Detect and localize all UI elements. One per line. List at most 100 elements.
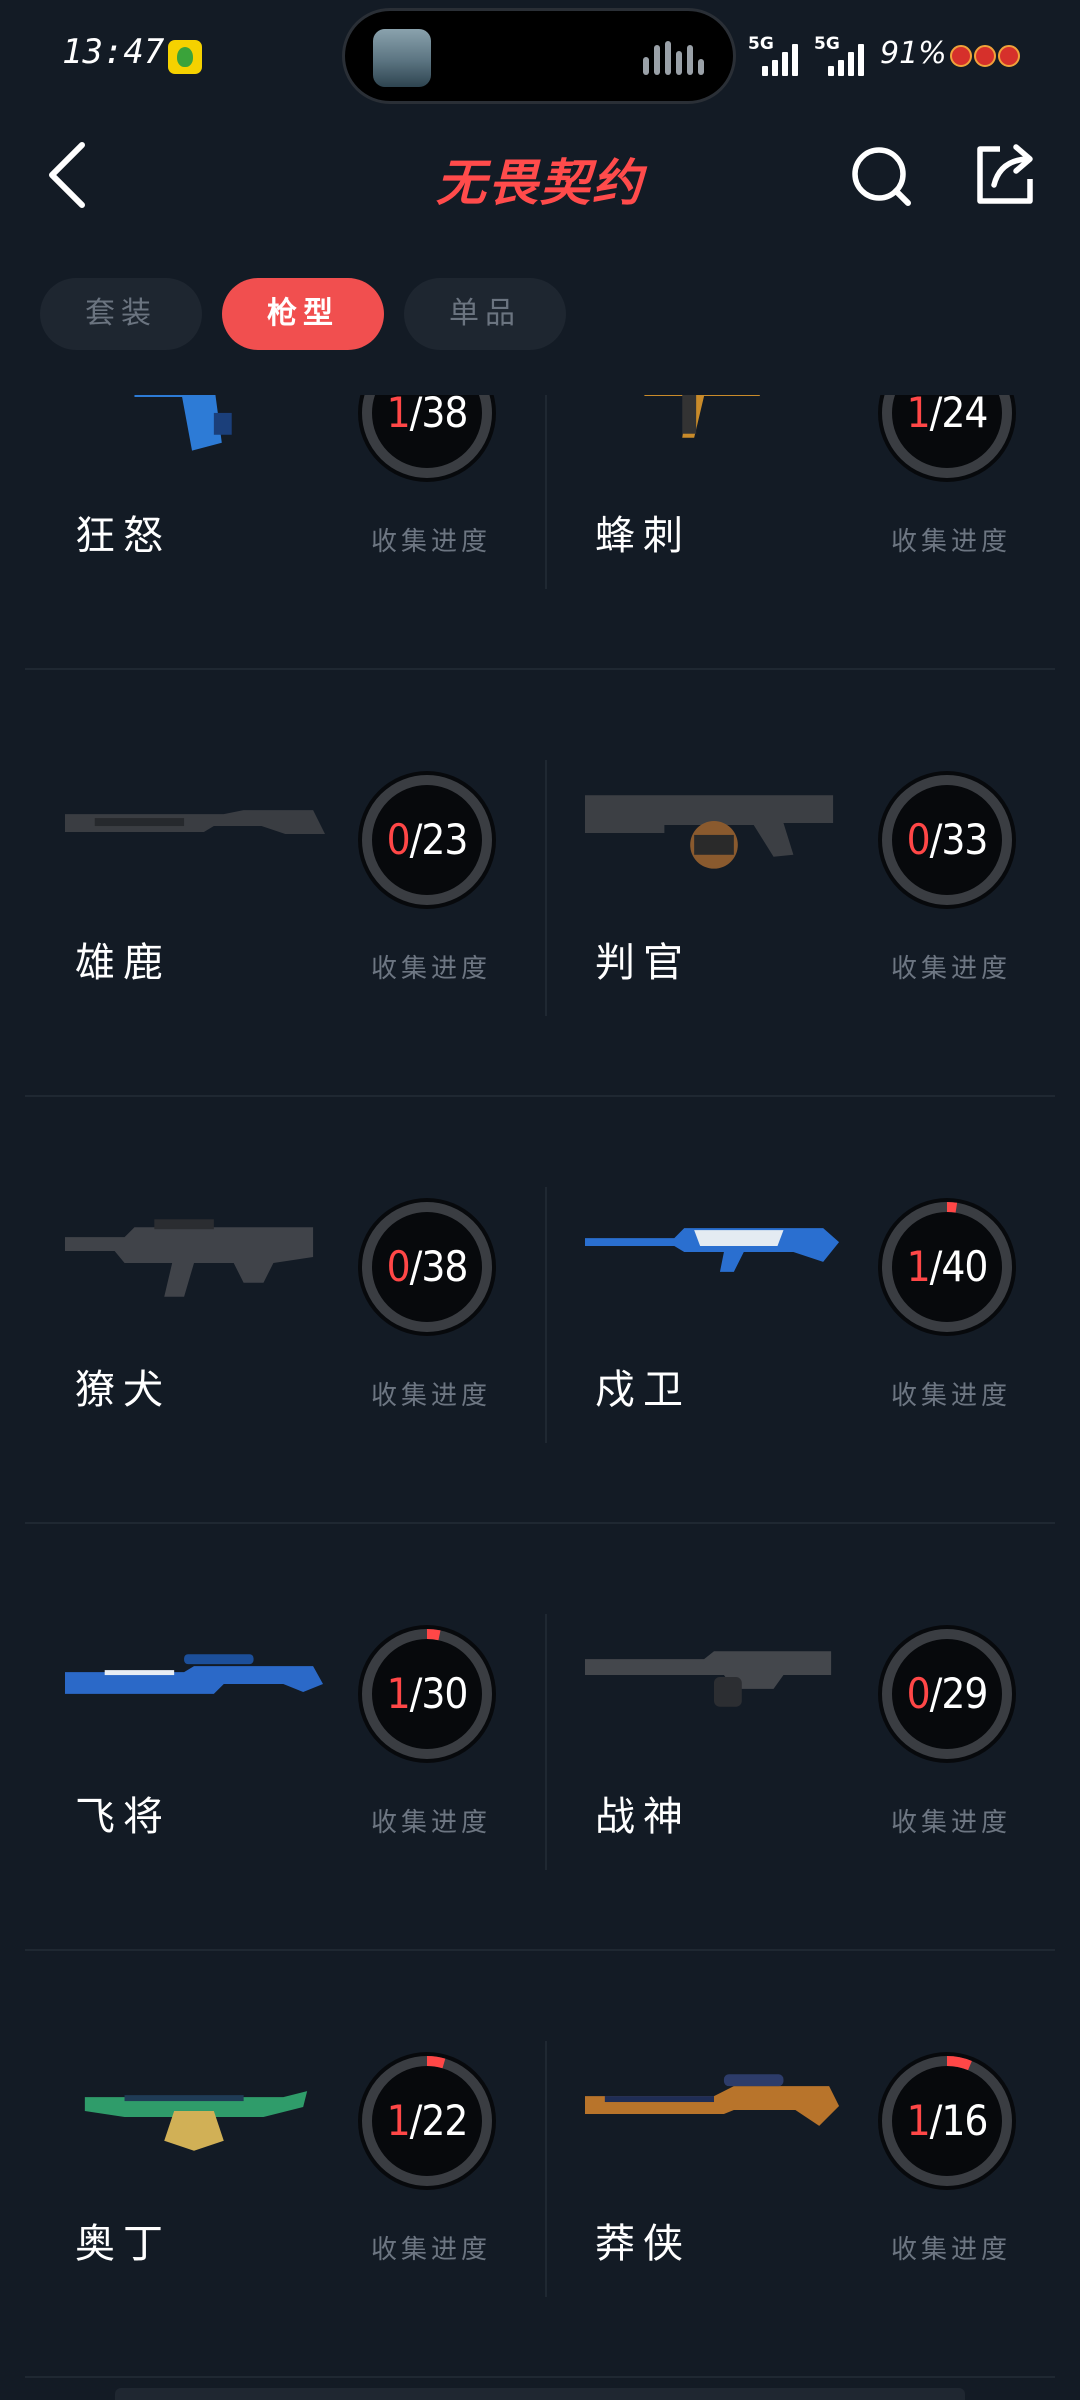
total-count: 29 bbox=[941, 1669, 988, 1718]
audio-wave-icon bbox=[643, 41, 705, 75]
collected-count: 1 bbox=[386, 2096, 411, 2145]
count-separator: / bbox=[929, 2096, 943, 2145]
heavy-mg-green-skin-icon bbox=[65, 2056, 325, 2166]
progress-count: 0/23 bbox=[357, 770, 497, 910]
weapon-row: 1/22 奥丁 收集进度 1/16 莽侠 收集进度 bbox=[25, 1961, 1055, 2388]
media-thumbnail bbox=[373, 29, 431, 87]
collection-progress-ring: 1/22 bbox=[357, 2051, 497, 2191]
weapon-card[interactable]: 0/23 雄鹿 收集进度 bbox=[25, 680, 545, 1107]
collection-progress-ring: 1/30 bbox=[357, 1624, 497, 1764]
collection-progress-ring: 1/40 bbox=[877, 1197, 1017, 1337]
weapon-name: 蜂刺 bbox=[595, 513, 691, 559]
weapon-grid: 1/38 狂怒 收集进度 1/24 蜂刺 收集进度 0/23 雄鹿 收集进度 0/33 判官 收集进度… bbox=[0, 395, 1080, 2400]
tab-suits[interactable]: 套装 bbox=[40, 278, 202, 350]
signal-icon-2 bbox=[828, 42, 872, 76]
collection-progress-ring: 0/38 bbox=[357, 1197, 497, 1337]
count-separator: / bbox=[409, 395, 423, 437]
weapon-card[interactable]: 0/38 獠犬 收集进度 bbox=[25, 1107, 545, 1534]
collection-progress-ring: 1/38 bbox=[357, 395, 497, 483]
tab-single-items[interactable]: 单品 bbox=[404, 278, 566, 350]
collected-count: 0 bbox=[386, 1242, 411, 1291]
total-count: 22 bbox=[421, 2096, 468, 2145]
total-count: 23 bbox=[421, 815, 468, 864]
count-separator: / bbox=[409, 815, 423, 864]
weapon-card[interactable]: 1/38 狂怒 收集进度 bbox=[25, 395, 545, 680]
total-count: 30 bbox=[421, 1669, 468, 1718]
bullpup-rifle-default-icon bbox=[65, 1202, 325, 1312]
status-bar: 13:47 5G 5G 91% bbox=[0, 0, 1080, 115]
weapon-card[interactable]: 0/33 判官 收集进度 bbox=[545, 680, 1065, 1107]
pistol-blue-skin-icon bbox=[65, 395, 325, 458]
sniper-blue-skin-icon bbox=[65, 1629, 325, 1739]
progress-count: 0/38 bbox=[357, 1197, 497, 1337]
collected-count: 1 bbox=[906, 2096, 931, 2145]
notification-icon bbox=[998, 45, 1020, 67]
collection-progress-ring: 1/16 bbox=[877, 2051, 1017, 2191]
weapon-name: 雄鹿 bbox=[75, 940, 171, 986]
progress-count: 1/38 bbox=[357, 395, 497, 483]
share-button[interactable] bbox=[970, 139, 1040, 209]
weapon-card[interactable]: 1/30 飞将 收集进度 bbox=[25, 1534, 545, 1961]
total-count: 33 bbox=[941, 815, 988, 864]
count-separator: / bbox=[929, 395, 943, 437]
collection-progress-label: 收集进度 bbox=[371, 1381, 492, 1411]
weapon-row: 1/30 飞将 收集进度 0/29 战神 收集进度 bbox=[25, 1534, 1055, 1961]
collection-progress-label: 收集进度 bbox=[891, 2235, 1012, 2265]
collection-progress-ring: 1/24 bbox=[877, 395, 1017, 483]
collection-progress-ring: 0/33 bbox=[877, 770, 1017, 910]
weapon-name: 莽侠 bbox=[595, 2221, 691, 2267]
progress-count: 0/33 bbox=[877, 770, 1017, 910]
weapon-row: 1/38 狂怒 收集进度 1/24 蜂刺 收集进度 bbox=[25, 395, 1055, 680]
collection-progress-ring: 0/23 bbox=[357, 770, 497, 910]
dynamic-island[interactable] bbox=[342, 8, 736, 104]
collection-progress-label: 收集进度 bbox=[371, 1808, 492, 1838]
battery-level: 91% bbox=[880, 36, 947, 71]
collected-count: 0 bbox=[906, 1669, 931, 1718]
count-separator: / bbox=[929, 815, 943, 864]
status-time: 13:47 bbox=[62, 32, 165, 72]
weapon-card[interactable]: 1/22 奥丁 收集进度 bbox=[25, 1961, 545, 2388]
share-icon bbox=[977, 144, 1033, 204]
progress-count: 1/24 bbox=[877, 395, 1017, 483]
weapon-name: 飞将 bbox=[75, 1794, 171, 1840]
collection-progress-label: 收集进度 bbox=[371, 527, 492, 557]
category-tabs: 套装 枪型 单品 bbox=[0, 278, 1080, 354]
weapon-name: 奥丁 bbox=[75, 2221, 171, 2267]
collected-count: 1 bbox=[906, 395, 931, 437]
notification-icon bbox=[974, 45, 996, 67]
rifle-blue-skin-icon bbox=[585, 1197, 845, 1307]
weapon-row: 0/38 獠犬 收集进度 1/40 戍卫 收集进度 bbox=[25, 1107, 1055, 1534]
collection-progress-label: 收集进度 bbox=[371, 2235, 492, 2265]
weapon-name: 獠犬 bbox=[75, 1367, 171, 1413]
count-separator: / bbox=[409, 1242, 423, 1291]
bottom-sheet-edge bbox=[115, 2388, 965, 2400]
signal-icon-1 bbox=[762, 42, 806, 76]
smg-gold-skin-icon bbox=[585, 395, 845, 453]
count-separator: / bbox=[409, 2096, 423, 2145]
weapon-card[interactable]: 0/29 战神 收集进度 bbox=[545, 1534, 1065, 1961]
search-button[interactable] bbox=[848, 141, 918, 211]
count-separator: / bbox=[929, 1242, 943, 1291]
collection-progress-label: 收集进度 bbox=[891, 527, 1012, 557]
weapon-card[interactable]: 1/40 戍卫 收集进度 bbox=[545, 1107, 1065, 1534]
collected-count: 1 bbox=[386, 395, 411, 437]
marshal-sniper-skin-icon bbox=[585, 2051, 845, 2161]
drum-shotgun-default-icon bbox=[585, 770, 845, 880]
weapon-card[interactable]: 1/16 莽侠 收集进度 bbox=[545, 1961, 1065, 2388]
total-count: 24 bbox=[941, 395, 988, 437]
progress-count: 1/22 bbox=[357, 2051, 497, 2191]
page-title: 无畏契约 bbox=[436, 154, 644, 212]
qq-music-icon bbox=[168, 40, 202, 74]
weapon-name: 战神 bbox=[595, 1794, 691, 1840]
collection-progress-label: 收集进度 bbox=[891, 1381, 1012, 1411]
weapon-card[interactable]: 1/24 蜂刺 收集进度 bbox=[545, 395, 1065, 680]
collected-count: 0 bbox=[386, 815, 411, 864]
collection-progress-label: 收集进度 bbox=[891, 954, 1012, 984]
collection-progress-label: 收集进度 bbox=[891, 1808, 1012, 1838]
tab-weapon-types[interactable]: 枪型 bbox=[222, 278, 384, 350]
weapon-row: 0/23 雄鹿 收集进度 0/33 判官 收集进度 bbox=[25, 680, 1055, 1107]
total-count: 38 bbox=[421, 1242, 468, 1291]
progress-count: 1/30 bbox=[357, 1624, 497, 1764]
total-count: 40 bbox=[941, 1242, 988, 1291]
search-icon bbox=[852, 147, 911, 206]
